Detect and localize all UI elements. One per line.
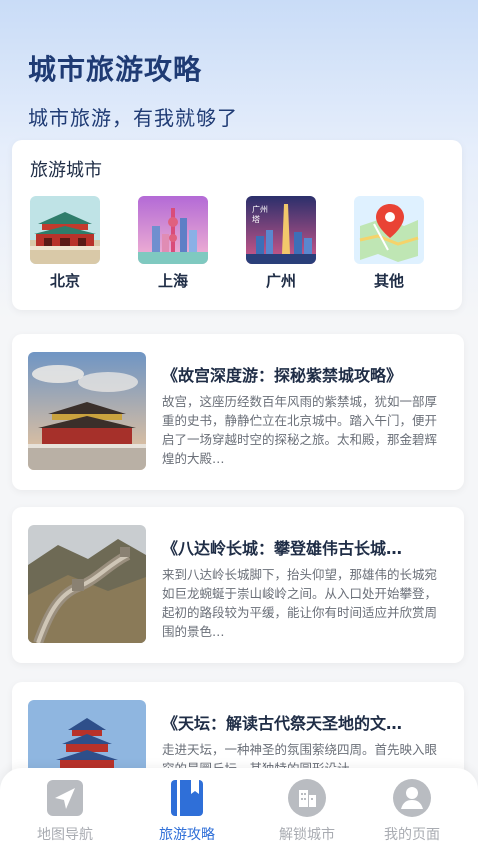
forbidden-city-thumbnail xyxy=(30,196,100,264)
tab-label: 解锁城市 xyxy=(279,827,335,843)
tab-my-page[interactable]: 我的页面 xyxy=(362,778,462,844)
tab-unlock-city[interactable]: 解锁城市 xyxy=(257,778,357,844)
city-item-other[interactable]: 其他 xyxy=(354,196,424,291)
city-item-guangzhou[interactable]: 广州 塔 广州 xyxy=(246,196,316,291)
guide-book-icon xyxy=(167,778,207,818)
article-title: 《八达岭长城：攀登雄伟古长城… xyxy=(162,539,403,558)
article-card[interactable]: 《八达岭长城：攀登雄伟古长城… 来到八达岭长城脚下，抬头仰望，那雄伟的长城宛如巨… xyxy=(12,507,464,663)
city-name: 广州 xyxy=(265,272,296,290)
forbidden-city-photo xyxy=(28,352,146,470)
page-header: 城市旅游攻略 城市旅游，有我就够了 xyxy=(28,48,238,131)
svg-text:塔: 塔 xyxy=(252,214,260,224)
tab-map-navigation[interactable]: 地图导航 xyxy=(15,778,115,844)
shanghai-skyline-thumbnail xyxy=(138,196,208,264)
article-card[interactable]: 《故宫深度游：探秘紫禁城攻略》 故宫，这座历经数百年风雨的紫禁城，犹如一部厚重的… xyxy=(12,334,464,490)
page-title: 城市旅游攻略 xyxy=(28,53,203,86)
city-section-title: 旅游城市 xyxy=(30,160,102,181)
canton-tower-thumbnail: 广州 塔 xyxy=(246,196,316,264)
tab-label: 我的页面 xyxy=(384,827,440,843)
city-item-shanghai[interactable]: 上海 xyxy=(138,196,208,291)
user-icon xyxy=(392,778,432,818)
article-title: 《天坛：解读古代祭天圣地的文… xyxy=(162,714,403,733)
city-building-icon xyxy=(287,778,327,818)
city-section: 旅游城市 北京 上海 广州 塔 广州 其他 xyxy=(12,140,462,310)
svg-text:广州: 广州 xyxy=(252,204,268,214)
article-title: 《故宫深度游：探秘紫禁城攻略》 xyxy=(162,366,403,385)
tab-label: 地图导航 xyxy=(37,827,93,843)
great-wall-photo xyxy=(28,525,146,643)
tab-travel-guide[interactable]: 旅游攻略 xyxy=(137,778,237,844)
article-summary: 故宫，这座历经数百年风雨的紫禁城，犹如一部厚重的史书，静静伫立在北京城中。踏入午… xyxy=(162,394,438,466)
article-summary: 来到八达岭长城脚下，抬头仰望，那雄伟的长城宛如巨龙蜿蜒于崇山峻岭之间。从入口处开… xyxy=(162,567,438,639)
city-name: 北京 xyxy=(49,272,80,290)
bottom-tab-bar: 地图导航 旅游攻略 解锁城市 我的页面 xyxy=(0,768,478,850)
map-pin-icon xyxy=(354,196,424,264)
navigation-arrow-icon xyxy=(45,778,85,818)
tab-label: 旅游攻略 xyxy=(159,827,215,843)
page-subtitle: 城市旅游，有我就够了 xyxy=(28,106,238,130)
city-name: 其他 xyxy=(373,272,404,290)
city-item-beijing[interactable]: 北京 xyxy=(30,196,100,291)
city-name: 上海 xyxy=(157,272,188,290)
